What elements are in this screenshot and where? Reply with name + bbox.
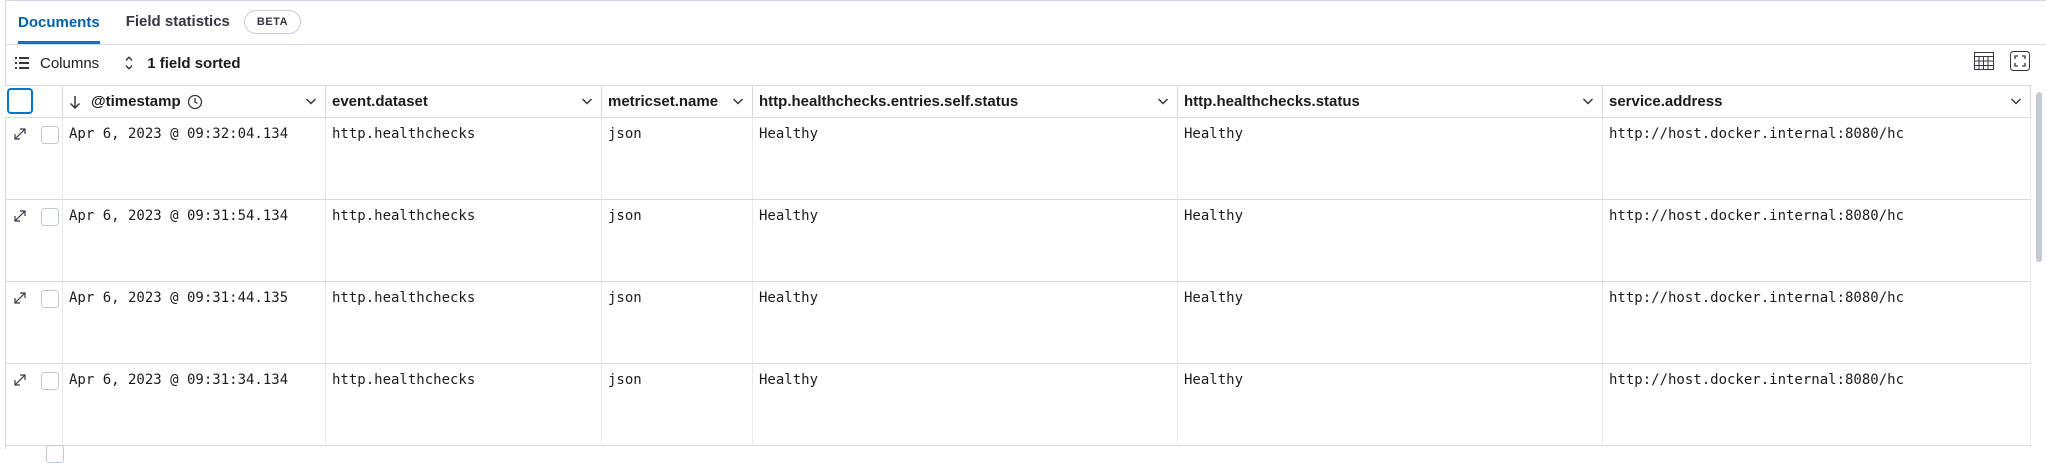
fullscreen-icon [2010, 50, 2030, 76]
cell-entries-self-status[interactable]: Healthy [753, 118, 1178, 199]
column-header-healthchecks-status[interactable]: http.healthchecks.status [1178, 86, 1603, 117]
expand-icon[interactable] [13, 209, 27, 228]
cell-healthchecks-status[interactable]: Healthy [1178, 364, 1603, 445]
fullscreen-button[interactable] [2009, 50, 2031, 76]
cell-timestamp[interactable]: Apr 6, 2023 @ 09:31:54.134 [63, 200, 326, 281]
partial-row [5, 443, 2031, 463]
sort-arrows-icon [121, 55, 137, 71]
chevron-down-icon[interactable] [732, 94, 744, 111]
cell-service-address[interactable]: http://host.docker.internal:8080/hc [1603, 364, 2031, 445]
column-header-service-address[interactable]: service.address [1603, 86, 2031, 117]
cell-healthchecks-status[interactable]: Healthy [1178, 282, 1603, 363]
column-header-metricset-name[interactable]: metricset.name [602, 86, 753, 117]
column-label: event.dataset [332, 93, 428, 110]
cell-metricset-name[interactable]: json [602, 200, 753, 281]
row-controls [5, 118, 63, 199]
cell-event-dataset[interactable]: http.healthchecks [326, 118, 602, 199]
expand-icon[interactable] [13, 373, 27, 392]
row-controls [5, 364, 63, 445]
cell-entries-self-status[interactable]: Healthy [753, 282, 1178, 363]
cell-event-dataset[interactable]: http.healthchecks [326, 364, 602, 445]
cell-timestamp[interactable]: Apr 6, 2023 @ 09:32:04.134 [63, 118, 326, 199]
expand-icon[interactable] [13, 291, 27, 310]
sort-descending-icon [69, 95, 81, 109]
cell-event-dataset[interactable]: http.healthchecks [326, 282, 602, 363]
cell-metricset-name[interactable]: json [602, 364, 753, 445]
expand-icon[interactable] [13, 127, 27, 146]
columns-button[interactable]: Columns [14, 55, 99, 72]
tab-documents[interactable]: Documents [18, 0, 100, 44]
column-header-event-dataset[interactable]: event.dataset [326, 86, 602, 117]
cell-metricset-name[interactable]: json [602, 118, 753, 199]
cell-entries-self-status[interactable]: Healthy [753, 200, 1178, 281]
table-density-icon [1974, 51, 1994, 75]
cell-event-dataset[interactable]: http.healthchecks [326, 200, 602, 281]
clock-icon [187, 94, 203, 110]
chevron-down-icon[interactable] [1157, 94, 1169, 111]
chevron-down-icon[interactable] [305, 94, 317, 111]
data-grid: @timestamp event.dataset metricset.name … [5, 85, 2031, 446]
column-label: metricset.name [608, 93, 719, 110]
tab-field-statistics[interactable]: Field statistics [126, 0, 230, 44]
columns-label: Columns [40, 54, 100, 72]
table-row: Apr 6, 2023 @ 09:31:54.134 http.healthch… [5, 200, 2031, 282]
column-label: @timestamp [91, 93, 181, 110]
tab-bar: Documents Field statistics BETA [18, 0, 302, 44]
table-row: Apr 6, 2023 @ 09:31:34.134 http.healthch… [5, 364, 2031, 446]
header-control-cell [5, 86, 63, 117]
row-checkbox[interactable] [46, 445, 64, 463]
row-controls [5, 200, 63, 281]
select-all-checkbox[interactable] [7, 88, 33, 114]
cell-timestamp[interactable]: Apr 6, 2023 @ 09:31:44.135 [63, 282, 326, 363]
cell-healthchecks-status[interactable]: Healthy [1178, 200, 1603, 281]
row-checkbox[interactable] [41, 290, 59, 308]
tabs-divider [5, 44, 2046, 45]
row-checkbox[interactable] [41, 372, 59, 390]
sort-label: 1 field sorted [147, 54, 241, 72]
table-row: Apr 6, 2023 @ 09:31:44.135 http.healthch… [5, 282, 2031, 364]
row-controls [5, 282, 63, 363]
table-row: Apr 6, 2023 @ 09:32:04.134 http.healthch… [5, 118, 2031, 200]
toolbar-right [1973, 50, 2031, 76]
chevron-down-icon[interactable] [581, 94, 593, 111]
beta-badge: BETA [243, 10, 302, 34]
cell-service-address[interactable]: http://host.docker.internal:8080/hc [1603, 200, 2031, 281]
column-label: http.healthchecks.entries.self.status [759, 93, 1019, 110]
cell-metricset-name[interactable]: json [602, 282, 753, 363]
cell-healthchecks-status[interactable]: Healthy [1178, 118, 1603, 199]
cell-entries-self-status[interactable]: Healthy [753, 364, 1178, 445]
cell-service-address[interactable]: http://host.docker.internal:8080/hc [1603, 282, 2031, 363]
list-icon [14, 55, 30, 71]
sort-button[interactable]: 1 field sorted [121, 54, 241, 72]
display-settings-button[interactable] [1973, 51, 1995, 75]
cell-service-address[interactable]: http://host.docker.internal:8080/hc [1603, 118, 2031, 199]
grid-toolbar: Columns 1 field sorted [14, 50, 263, 76]
column-header-entries-self-status[interactable]: http.healthchecks.entries.self.status [753, 86, 1178, 117]
row-checkbox[interactable] [41, 126, 59, 144]
column-label: service.address [1609, 93, 1723, 110]
chevron-down-icon[interactable] [1582, 94, 1594, 111]
vertical-scrollbar[interactable] [2036, 92, 2042, 262]
column-label: http.healthchecks.status [1184, 93, 1360, 110]
cell-timestamp[interactable]: Apr 6, 2023 @ 09:31:34.134 [63, 364, 326, 445]
chevron-down-icon[interactable] [2010, 94, 2022, 111]
grid-header: @timestamp event.dataset metricset.name … [5, 86, 2031, 118]
column-header-timestamp[interactable]: @timestamp [63, 86, 326, 117]
row-checkbox[interactable] [41, 208, 59, 226]
